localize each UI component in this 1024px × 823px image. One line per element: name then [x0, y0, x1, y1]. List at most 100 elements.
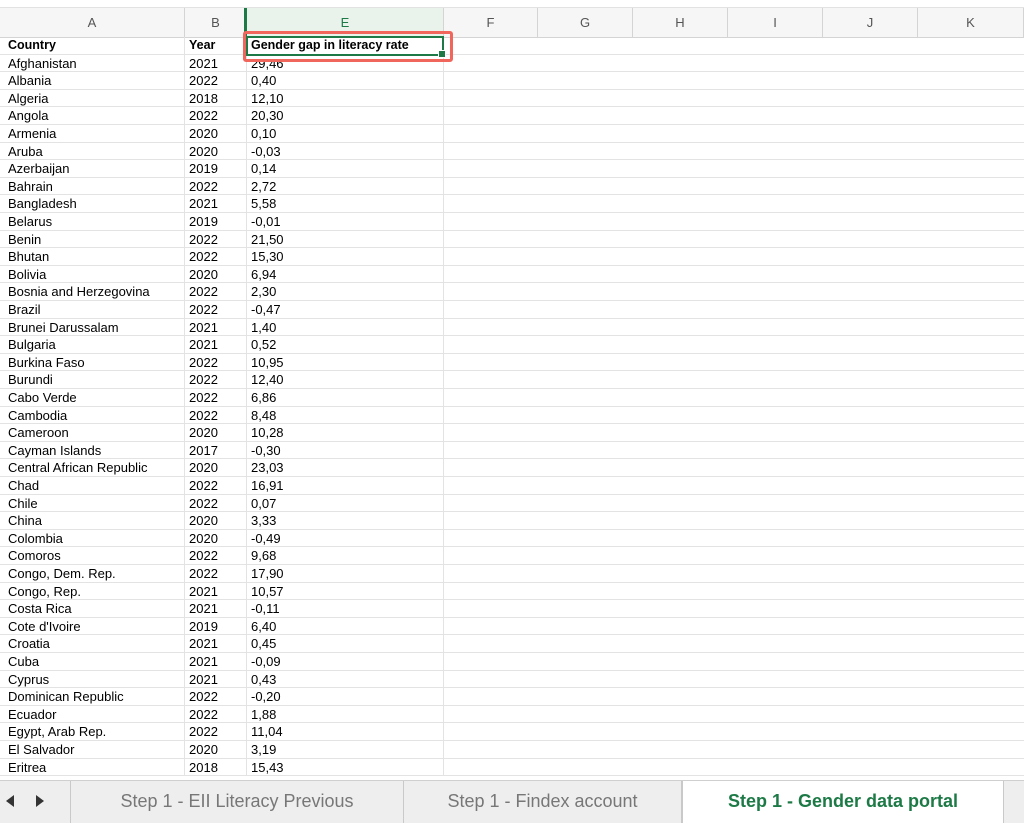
country-cell[interactable]: Armenia: [4, 125, 185, 142]
arrow-right-icon[interactable]: [32, 793, 48, 809]
country-cell[interactable]: Afghanistan: [4, 54, 185, 72]
column-header-h[interactable]: H: [633, 8, 728, 37]
country-cell[interactable]: Congo, Rep.: [4, 582, 185, 600]
gap-value-cell[interactable]: -0,30: [247, 441, 444, 459]
column-header-a[interactable]: A: [0, 8, 185, 37]
year-cell[interactable]: 2021: [185, 195, 247, 213]
gap-value-cell[interactable]: 23,03: [247, 459, 444, 477]
gap-value-cell[interactable]: 0,10: [247, 125, 444, 142]
year-cell[interactable]: 2022: [185, 72, 247, 90]
country-cell[interactable]: Belarus: [4, 213, 185, 230]
gap-value-cell[interactable]: 0,40: [247, 72, 444, 90]
country-cell[interactable]: Chad: [4, 477, 185, 494]
year-cell[interactable]: 2022: [185, 494, 247, 512]
year-cell[interactable]: 2020: [185, 459, 247, 477]
country-cell[interactable]: Cameroon: [4, 424, 185, 442]
gap-value-cell[interactable]: 5,58: [247, 195, 444, 213]
column-header-i[interactable]: I: [728, 8, 823, 37]
country-cell[interactable]: Central African Republic: [4, 459, 185, 477]
year-cell[interactable]: 2022: [185, 547, 247, 565]
country-cell[interactable]: Dominican Republic: [4, 688, 185, 706]
gap-value-cell[interactable]: -0,20: [247, 688, 444, 706]
year-cell[interactable]: 2022: [185, 107, 247, 125]
year-cell[interactable]: 2019: [185, 160, 247, 178]
country-cell[interactable]: Cayman Islands: [4, 441, 185, 459]
gap-value-cell[interactable]: 0,52: [247, 336, 444, 354]
country-cell[interactable]: Eritrea: [4, 758, 185, 776]
year-cell[interactable]: 2021: [185, 54, 247, 72]
year-cell[interactable]: 2020: [185, 424, 247, 442]
country-cell[interactable]: Benin: [4, 230, 185, 248]
column-header-j[interactable]: J: [823, 8, 918, 37]
year-cell[interactable]: 2022: [185, 565, 247, 582]
gap-value-cell[interactable]: 2,30: [247, 283, 444, 301]
gap-value-cell[interactable]: 11,04: [247, 723, 444, 741]
country-cell[interactable]: Egypt, Arab Rep.: [4, 723, 185, 741]
country-cell[interactable]: Burundi: [4, 371, 185, 389]
gap-value-cell[interactable]: 0,07: [247, 494, 444, 512]
country-cell[interactable]: Brunei Darussalam: [4, 318, 185, 336]
gap-value-cell[interactable]: 16,91: [247, 477, 444, 494]
spreadsheet-grid[interactable]: A B E F G H I J K Country Year Gender ga…: [0, 0, 1024, 780]
country-cell[interactable]: Bangladesh: [4, 195, 185, 213]
year-cell[interactable]: 2022: [185, 301, 247, 318]
year-cell[interactable]: 2021: [185, 635, 247, 653]
gap-value-cell[interactable]: 6,40: [247, 617, 444, 635]
year-cell[interactable]: 2020: [185, 265, 247, 283]
country-cell[interactable]: Bahrain: [4, 177, 185, 195]
country-cell[interactable]: El Salvador: [4, 741, 185, 758]
column-header-b[interactable]: B: [185, 8, 247, 37]
country-cell[interactable]: Brazil: [4, 301, 185, 318]
country-cell[interactable]: Cuba: [4, 653, 185, 670]
year-cell[interactable]: 2021: [185, 318, 247, 336]
country-cell[interactable]: Bosnia and Herzegovina: [4, 283, 185, 301]
year-cell[interactable]: 2022: [185, 371, 247, 389]
gap-value-cell[interactable]: 0,45: [247, 635, 444, 653]
year-cell[interactable]: 2022: [185, 477, 247, 494]
gap-value-cell[interactable]: 15,30: [247, 248, 444, 266]
tab-findex-account[interactable]: Step 1 - Findex account: [404, 781, 682, 823]
year-cell[interactable]: 2022: [185, 283, 247, 301]
column-header-f[interactable]: F: [444, 8, 538, 37]
year-cell[interactable]: 2022: [185, 723, 247, 741]
country-cell[interactable]: Bhutan: [4, 248, 185, 266]
country-cell[interactable]: Chile: [4, 494, 185, 512]
gap-value-cell[interactable]: 12,40: [247, 371, 444, 389]
country-cell[interactable]: Croatia: [4, 635, 185, 653]
year-cell[interactable]: 2021: [185, 653, 247, 670]
gap-value-cell[interactable]: 29,46: [247, 54, 444, 72]
header-gap-cell[interactable]: Gender gap in literacy rate: [247, 37, 444, 54]
year-cell[interactable]: 2021: [185, 582, 247, 600]
gap-value-cell[interactable]: 15,43: [247, 758, 444, 776]
country-cell[interactable]: Ecuador: [4, 705, 185, 723]
gap-value-cell[interactable]: 6,94: [247, 265, 444, 283]
country-cell[interactable]: Bolivia: [4, 265, 185, 283]
country-cell[interactable]: Azerbaijan: [4, 160, 185, 178]
year-cell[interactable]: 2022: [185, 353, 247, 371]
country-cell[interactable]: Bulgaria: [4, 336, 185, 354]
gap-value-cell[interactable]: 6,86: [247, 389, 444, 406]
country-cell[interactable]: Colombia: [4, 529, 185, 547]
country-cell[interactable]: Congo, Dem. Rep.: [4, 565, 185, 582]
year-cell[interactable]: 2022: [185, 230, 247, 248]
header-country-cell[interactable]: Country: [4, 37, 185, 54]
country-cell[interactable]: Cabo Verde: [4, 389, 185, 406]
gap-value-cell[interactable]: -0,09: [247, 653, 444, 670]
country-cell[interactable]: Albania: [4, 72, 185, 90]
gap-value-cell[interactable]: 3,19: [247, 741, 444, 758]
gap-value-cell[interactable]: 8,48: [247, 406, 444, 424]
year-cell[interactable]: 2018: [185, 89, 247, 107]
gap-value-cell[interactable]: 9,68: [247, 547, 444, 565]
gap-value-cell[interactable]: 20,30: [247, 107, 444, 125]
gap-value-cell[interactable]: 0,14: [247, 160, 444, 178]
country-cell[interactable]: Comoros: [4, 547, 185, 565]
country-cell[interactable]: Algeria: [4, 89, 185, 107]
year-cell[interactable]: 2020: [185, 125, 247, 142]
gap-value-cell[interactable]: 0,43: [247, 670, 444, 688]
year-cell[interactable]: 2022: [185, 705, 247, 723]
year-cell[interactable]: 2022: [185, 177, 247, 195]
header-year-cell[interactable]: Year: [185, 37, 247, 54]
year-cell[interactable]: 2020: [185, 529, 247, 547]
gap-value-cell[interactable]: 21,50: [247, 230, 444, 248]
gap-value-cell[interactable]: 17,90: [247, 565, 444, 582]
